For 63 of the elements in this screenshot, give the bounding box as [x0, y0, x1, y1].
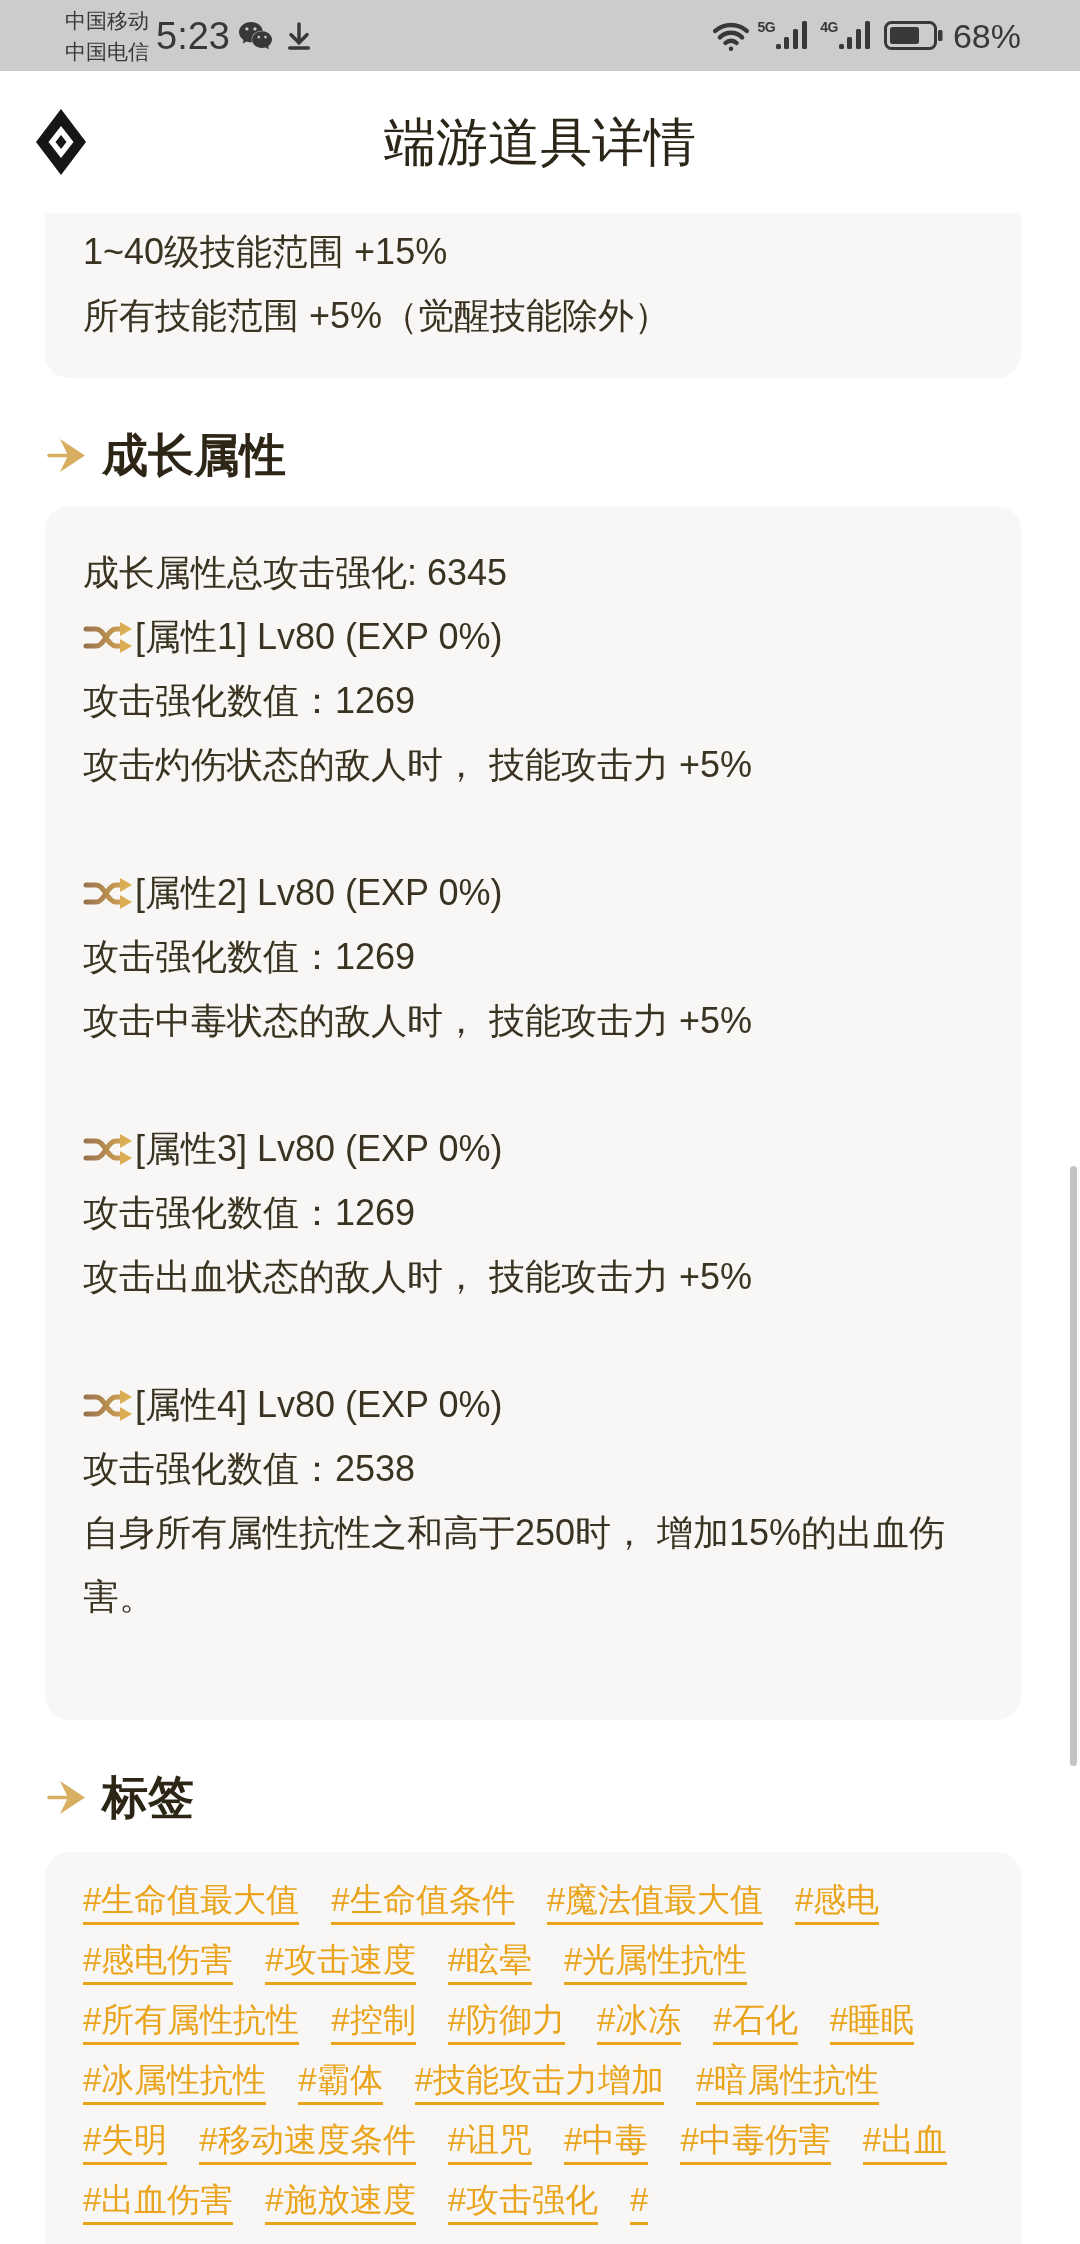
tag-link[interactable]: #生命值条件 — [331, 1880, 515, 1925]
tag-link[interactable]: #石化 — [713, 2000, 798, 2045]
attribute-effect-text: 自身所有属性抗性之和高于250时， 增加15%的出血伤害。 — [83, 1511, 947, 1619]
tag-link[interactable]: #攻击强化 — [447, 2180, 599, 2225]
section-title: 成长属性 — [102, 428, 286, 483]
tag-link[interactable]: #施放速度 — [265, 2180, 416, 2225]
tag-link[interactable]: #移动速度条件 — [199, 2120, 416, 2165]
carrier-name: 中国电信 — [65, 38, 149, 65]
tag-link[interactable]: #技能攻击力增加 — [414, 2060, 665, 2105]
tag-link[interactable]: #生命值最大值 — [83, 1880, 300, 1925]
tag-link[interactable]: #霸体 — [298, 2060, 383, 2105]
attribute-effect-text: 攻击灼伤状态的敌人时， 技能攻击力 +5% — [83, 743, 754, 787]
tag-link[interactable]: #防御力 — [447, 2000, 566, 2045]
diamond-logo-icon — [36, 109, 86, 175]
tag-link[interactable]: #感电 — [795, 1880, 880, 1925]
tag-link[interactable]: #失明 — [83, 2120, 168, 2165]
attribute-effect-text: 攻击出血状态的敌人时， 技能攻击力 +5% — [83, 1255, 754, 1299]
battery-percentage: 68% — [952, 15, 1021, 56]
carrier-name: 中国移动 — [65, 7, 149, 34]
attack-value-text: 攻击强化数值：1269 — [83, 679, 417, 723]
network-type-label: 5G — [757, 19, 776, 34]
tag-link[interactable]: #冰冻 — [597, 2000, 682, 2045]
tag-link[interactable]: #攻击速度 — [265, 1940, 416, 1985]
attribute-level-text: [属性2] Lv80 (EXP 0%) — [135, 871, 503, 915]
arrow-icon — [47, 1778, 86, 1816]
tag-link[interactable]: #感电伤害 — [83, 1940, 234, 1985]
tag-link[interactable]: #出血伤害 — [83, 2180, 234, 2225]
tag-link[interactable]: #眩晕 — [447, 1940, 533, 1985]
tag-link[interactable]: #控制 — [331, 2000, 416, 2045]
page-title: 端游道具详情 — [384, 112, 696, 173]
attribute-level-text: [属性4] Lv80 (EXP 0%) — [135, 1383, 503, 1427]
shuffle-icon — [83, 619, 133, 655]
effect-text: 所有技能范围 +5%（觉醒技能除外） — [83, 294, 672, 338]
attack-value-text: 攻击强化数值：1269 — [83, 1191, 417, 1235]
effect-text: 1~40级技能范围 +15% — [83, 230, 449, 274]
battery-icon — [883, 21, 943, 50]
tag-link[interactable]: #魔法值最大值 — [546, 1880, 764, 1925]
tag-link[interactable]: #光属性抗性 — [564, 1940, 748, 1985]
shuffle-icon — [83, 1387, 133, 1423]
attribute-level-text: [属性3] Lv80 (EXP 0%) — [135, 1127, 503, 1171]
chat-bubbles-icon — [238, 19, 272, 52]
tag-link[interactable]: #中毒 — [564, 2120, 649, 2165]
tag-link[interactable]: #暗属性抗性 — [696, 2060, 880, 2105]
tag-link[interactable]: #所有属性抗性 — [83, 2000, 300, 2045]
shuffle-icon — [83, 875, 133, 911]
clock-time: 5:23 — [156, 13, 230, 58]
arrow-icon — [47, 436, 86, 474]
signal-bars-icon — [775, 19, 809, 50]
tag-link[interactable]: #中毒伤害 — [680, 2120, 831, 2165]
attribute-effect-text: 攻击中毒状态的敌人时， 技能攻击力 +5% — [83, 999, 754, 1043]
attribute-level-text: [属性1] Lv80 (EXP 0%) — [135, 615, 503, 659]
attack-value-text: 攻击强化数值：2538 — [83, 1447, 417, 1491]
network-type-label: 4G — [820, 19, 838, 34]
tag-link[interactable]: #出血 — [862, 2120, 948, 2165]
shuffle-icon — [83, 1131, 133, 1167]
tag-link[interactable]: #冰属性抗性 — [83, 2060, 267, 2105]
total-attack-text: 成长属性总攻击强化: 6345 — [83, 551, 509, 595]
section-title: 标签 — [102, 1770, 194, 1825]
tag-link[interactable]: #睡眠 — [829, 2000, 915, 2045]
tag-link[interactable]: #诅咒 — [447, 2120, 533, 2165]
attack-value-text: 攻击强化数值：1269 — [83, 935, 417, 979]
signal-bars-icon — [837, 19, 871, 50]
tag-link[interactable]: # — [630, 2180, 649, 2225]
